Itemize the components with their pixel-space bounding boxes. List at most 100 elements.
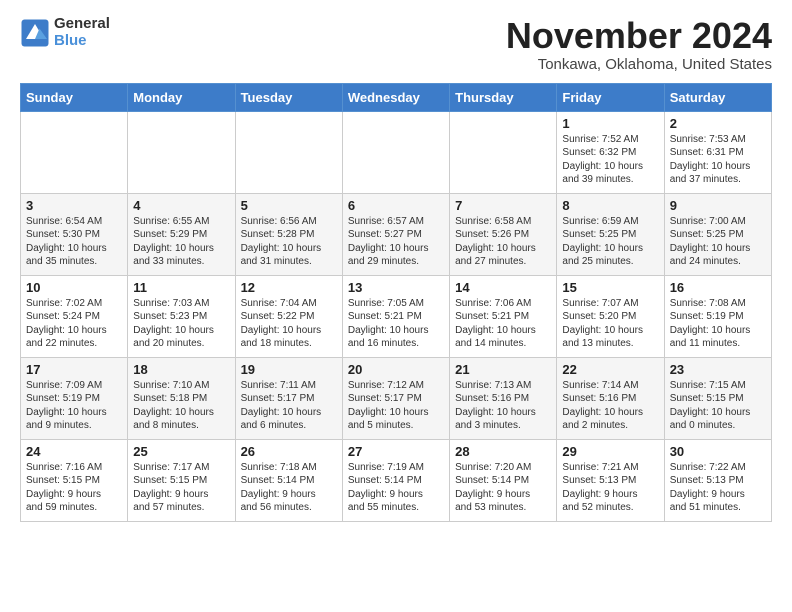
day-cell: 19 Sunrise: 7:11 AM Sunset: 5:17 PM Dayli…	[235, 357, 342, 439]
day-number: 18	[133, 362, 229, 377]
calendar-body: 1Sunrise: 7:52 AM Sunset: 6:32 PM Daylig…	[21, 111, 772, 521]
day-cell: 3 Sunrise: 6:54 AM Sunset: 5:30 PM Daylig…	[21, 193, 128, 275]
day-number: 16	[670, 280, 766, 295]
day-cell: 13 Sunrise: 7:05 AM Sunset: 5:21 PM Dayli…	[342, 275, 449, 357]
day-number: 3	[26, 198, 122, 213]
day-info: Sunrise: 6:56 AM Sunset: 5:28 PM Dayligh…	[241, 215, 337, 269]
day-info: Sunrise: 7:05 AM Sunset: 5:21 PM Dayligh…	[348, 297, 444, 351]
day-cell: 4 Sunrise: 6:55 AM Sunset: 5:29 PM Daylig…	[128, 193, 235, 275]
day-cell: 7Sunrise: 6:58 AM Sunset: 5:26 PM Daylig…	[450, 193, 557, 275]
day-cell: 2Sunrise: 7:53 AM Sunset: 6:31 PM Daylig…	[664, 111, 771, 193]
day-info: Sunrise: 7:12 AM Sunset: 5:17 PM Dayligh…	[348, 379, 444, 433]
title-section: November 2024 Tonkawa, Oklahoma, United …	[506, 16, 772, 73]
day-info: Sunrise: 6:55 AM Sunset: 5:29 PM Dayligh…	[133, 215, 229, 269]
day-cell: 18 Sunrise: 7:10 AM Sunset: 5:18 PM Dayli…	[128, 357, 235, 439]
day-number: 4	[133, 198, 229, 213]
day-cell: 16 Sunrise: 7:08 AM Sunset: 5:19 PM Dayli…	[664, 275, 771, 357]
day-info: Sunrise: 7:00 AM Sunset: 5:25 PM Dayligh…	[670, 215, 766, 269]
day-cell: 15 Sunrise: 7:07 AM Sunset: 5:20 PM Dayli…	[557, 275, 664, 357]
week-row-3: 17Sunrise: 7:09 AM Sunset: 5:19 PM Dayli…	[21, 357, 772, 439]
day-number: 23	[670, 362, 766, 377]
day-cell: 9Sunrise: 7:00 AM Sunset: 5:25 PM Daylig…	[664, 193, 771, 275]
location: Tonkawa, Oklahoma, United States	[506, 56, 772, 73]
day-info: Sunrise: 7:21 AM Sunset: 5:13 PM Dayligh…	[562, 461, 658, 515]
day-info: Sunrise: 7:19 AM Sunset: 5:14 PM Dayligh…	[348, 461, 444, 515]
day-cell	[342, 111, 449, 193]
logo-icon	[20, 18, 50, 48]
day-number: 12	[241, 280, 337, 295]
day-number: 25	[133, 444, 229, 459]
day-number: 28	[455, 444, 551, 459]
day-cell: 29 Sunrise: 7:21 AM Sunset: 5:13 PM Dayli…	[557, 439, 664, 521]
day-info: Sunrise: 7:14 AM Sunset: 5:16 PM Dayligh…	[562, 379, 658, 433]
day-number: 24	[26, 444, 122, 459]
day-number: 10	[26, 280, 122, 295]
day-info: Sunrise: 7:11 AM Sunset: 5:17 PM Dayligh…	[241, 379, 337, 433]
header: General Blue November 2024 Tonkawa, Okla…	[20, 16, 772, 73]
header-wednesday: Wednesday	[342, 83, 449, 111]
page: General Blue November 2024 Tonkawa, Okla…	[0, 0, 792, 532]
day-info: Sunrise: 7:17 AM Sunset: 5:15 PM Dayligh…	[133, 461, 229, 515]
day-cell: 10 Sunrise: 7:02 AM Sunset: 5:24 PM Dayli…	[21, 275, 128, 357]
month-title: November 2024	[506, 16, 772, 56]
day-cell	[128, 111, 235, 193]
day-number: 11	[133, 280, 229, 295]
header-friday: Friday	[557, 83, 664, 111]
day-number: 27	[348, 444, 444, 459]
day-info: Sunrise: 7:15 AM Sunset: 5:15 PM Dayligh…	[670, 379, 766, 433]
day-cell	[21, 111, 128, 193]
day-info: Sunrise: 7:53 AM Sunset: 6:31 PM Dayligh…	[670, 133, 766, 187]
day-cell: 14Sunrise: 7:06 AM Sunset: 5:21 PM Dayli…	[450, 275, 557, 357]
day-number: 14	[455, 280, 551, 295]
day-info: Sunrise: 7:02 AM Sunset: 5:24 PM Dayligh…	[26, 297, 122, 351]
day-info: Sunrise: 6:54 AM Sunset: 5:30 PM Dayligh…	[26, 215, 122, 269]
day-info: Sunrise: 6:58 AM Sunset: 5:26 PM Dayligh…	[455, 215, 551, 269]
day-info: Sunrise: 7:03 AM Sunset: 5:23 PM Dayligh…	[133, 297, 229, 351]
day-info: Sunrise: 7:10 AM Sunset: 5:18 PM Dayligh…	[133, 379, 229, 433]
day-number: 8	[562, 198, 658, 213]
logo-blue: Blue	[54, 33, 110, 50]
day-info: Sunrise: 7:09 AM Sunset: 5:19 PM Dayligh…	[26, 379, 122, 433]
logo-text: General Blue	[54, 16, 110, 49]
day-cell: 25 Sunrise: 7:17 AM Sunset: 5:15 PM Dayli…	[128, 439, 235, 521]
week-row-2: 10 Sunrise: 7:02 AM Sunset: 5:24 PM Dayli…	[21, 275, 772, 357]
day-cell: 22 Sunrise: 7:14 AM Sunset: 5:16 PM Dayli…	[557, 357, 664, 439]
day-cell	[450, 111, 557, 193]
day-number: 29	[562, 444, 658, 459]
day-number: 19	[241, 362, 337, 377]
day-info: Sunrise: 6:59 AM Sunset: 5:25 PM Dayligh…	[562, 215, 658, 269]
day-info: Sunrise: 7:08 AM Sunset: 5:19 PM Dayligh…	[670, 297, 766, 351]
day-cell: 1Sunrise: 7:52 AM Sunset: 6:32 PM Daylig…	[557, 111, 664, 193]
day-cell: 26Sunrise: 7:18 AM Sunset: 5:14 PM Dayli…	[235, 439, 342, 521]
day-cell: 21Sunrise: 7:13 AM Sunset: 5:16 PM Dayli…	[450, 357, 557, 439]
day-number: 15	[562, 280, 658, 295]
week-row-4: 24 Sunrise: 7:16 AM Sunset: 5:15 PM Dayli…	[21, 439, 772, 521]
day-number: 5	[241, 198, 337, 213]
day-cell: 30Sunrise: 7:22 AM Sunset: 5:13 PM Dayli…	[664, 439, 771, 521]
day-number: 22	[562, 362, 658, 377]
day-cell: 6Sunrise: 6:57 AM Sunset: 5:27 PM Daylig…	[342, 193, 449, 275]
day-cell: 5 Sunrise: 6:56 AM Sunset: 5:28 PM Daylig…	[235, 193, 342, 275]
header-tuesday: Tuesday	[235, 83, 342, 111]
day-cell: 24 Sunrise: 7:16 AM Sunset: 5:15 PM Dayli…	[21, 439, 128, 521]
day-cell: 8 Sunrise: 6:59 AM Sunset: 5:25 PM Daylig…	[557, 193, 664, 275]
day-cell: 27 Sunrise: 7:19 AM Sunset: 5:14 PM Dayli…	[342, 439, 449, 521]
day-cell: 17Sunrise: 7:09 AM Sunset: 5:19 PM Dayli…	[21, 357, 128, 439]
day-number: 21	[455, 362, 551, 377]
day-info: Sunrise: 7:20 AM Sunset: 5:14 PM Dayligh…	[455, 461, 551, 515]
week-row-0: 1Sunrise: 7:52 AM Sunset: 6:32 PM Daylig…	[21, 111, 772, 193]
day-number: 1	[562, 116, 658, 131]
day-cell: 23 Sunrise: 7:15 AM Sunset: 5:15 PM Dayli…	[664, 357, 771, 439]
header-row: SundayMondayTuesdayWednesdayThursdayFrid…	[21, 83, 772, 111]
day-number: 13	[348, 280, 444, 295]
header-monday: Monday	[128, 83, 235, 111]
header-thursday: Thursday	[450, 83, 557, 111]
day-number: 30	[670, 444, 766, 459]
day-cell: 28 Sunrise: 7:20 AM Sunset: 5:14 PM Dayli…	[450, 439, 557, 521]
day-info: Sunrise: 7:04 AM Sunset: 5:22 PM Dayligh…	[241, 297, 337, 351]
day-info: Sunrise: 7:07 AM Sunset: 5:20 PM Dayligh…	[562, 297, 658, 351]
calendar: SundayMondayTuesdayWednesdayThursdayFrid…	[20, 83, 772, 522]
day-info: Sunrise: 7:16 AM Sunset: 5:15 PM Dayligh…	[26, 461, 122, 515]
day-number: 20	[348, 362, 444, 377]
calendar-header: SundayMondayTuesdayWednesdayThursdayFrid…	[21, 83, 772, 111]
